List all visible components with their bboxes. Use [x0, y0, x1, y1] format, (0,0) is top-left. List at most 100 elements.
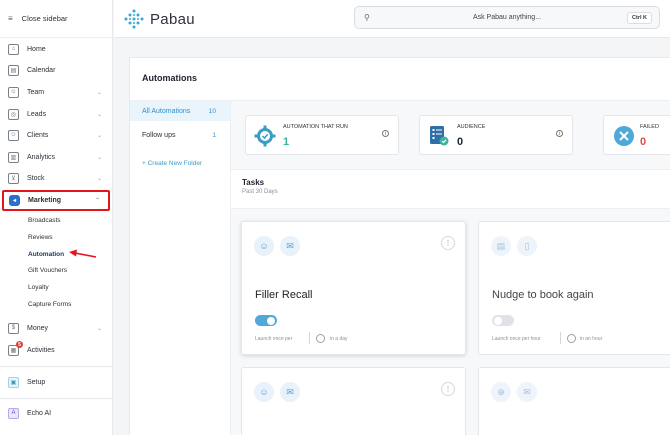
automation-card[interactable]: ☺ ✉ ⋮ — [241, 367, 466, 435]
more-options-icon[interactable]: ⋮ — [441, 382, 455, 396]
folder-count: 10 — [208, 107, 216, 115]
email-icon: ✉ — [280, 382, 300, 402]
home-icon: ⌂ — [8, 43, 19, 55]
money-icon: $ — [8, 322, 19, 334]
active-toggle[interactable] — [255, 315, 277, 326]
gear-check-icon — [254, 125, 276, 147]
app: ≡ Close sidebar ⌂ Home ▤ Calendar ☺ Team… — [0, 0, 670, 435]
launch-frequency: Launch once per — [255, 336, 293, 342]
sidebar-item-marketing[interactable]: ◂ Marketing ⌃ — [2, 190, 110, 211]
sidebar-item-label: Clients — [27, 131, 49, 139]
sidebar-sub-broadcasts[interactable]: Broadcasts — [28, 217, 61, 224]
stat-title: FAILED — [640, 124, 659, 130]
folder-all-automations[interactable]: All Automations 10 — [130, 101, 230, 121]
sidebar-item-analytics[interactable]: ▥ Analytics ⌄ — [0, 147, 112, 167]
stat-card-audience: AUDIENCE 0 i — [419, 115, 573, 155]
page-title: Automations — [142, 73, 197, 83]
sidebar-divider — [0, 398, 112, 399]
stat-value: 0 — [640, 136, 647, 148]
clock-icon — [316, 334, 325, 343]
sidebar-item-label: Marketing — [28, 197, 62, 204]
cart-icon: ⊻ — [8, 172, 19, 184]
stat-title: AUDIENCE — [457, 124, 486, 130]
stat-card-failed: FAILED 0 — [603, 115, 670, 155]
active-toggle[interactable] — [492, 315, 514, 326]
user-icon: ☺ — [254, 236, 274, 256]
automation-card[interactable]: ☺ ✉ ⋮ Filler Recall Launch once per in a… — [241, 221, 466, 355]
search-input[interactable]: ⚲ Ask Pabau anything... Ctrl K — [354, 6, 660, 29]
launch-frequency: Launch once per hour — [492, 336, 541, 342]
create-folder-button[interactable]: + Create New Folder — [142, 160, 202, 167]
folder-follow-ups[interactable]: Follow ups 1 — [130, 125, 230, 145]
tasks-title: Tasks — [242, 178, 265, 187]
info-icon[interactable]: i — [556, 130, 563, 137]
automations-content: AUTOMATION THAT RUN 1 i AUDIENCE 0 i FAI… — [231, 101, 670, 435]
chevron-down-icon: ⌄ — [96, 175, 102, 182]
failed-icon — [614, 126, 634, 146]
stat-value: 1 — [283, 136, 290, 148]
run-frequency: in a day — [330, 336, 348, 342]
sidebar-sub-capture-forms[interactable]: Capture Forms — [28, 301, 71, 308]
red-arrow-icon — [69, 249, 97, 258]
chevron-up-icon: ⌃ — [94, 198, 100, 204]
pabau-logo-icon — [124, 9, 144, 29]
sidebar-item-team[interactable]: ☺ Team ⌄ — [0, 82, 112, 102]
chevron-down-icon: ⌄ — [96, 111, 102, 118]
sidebar-item-leads[interactable]: ◎ Leads ⌄ — [0, 104, 112, 124]
team-icon: ☺ — [8, 86, 19, 98]
folder-label: All Automations — [142, 107, 191, 115]
stat-card-automation-run: AUTOMATION THAT RUN 1 i — [245, 115, 399, 155]
sidebar-item-echo-ai[interactable]: A Echo AI — [0, 403, 112, 423]
email-icon: ✉ — [280, 236, 300, 256]
tasks-header: Tasks Past 30 Days — [231, 169, 670, 209]
sidebar-item-label: Setup — [27, 378, 46, 386]
more-options-icon[interactable]: ⋮ — [441, 236, 455, 250]
user-icon: ☺ — [254, 382, 274, 402]
calendar-icon: ▤ — [491, 236, 511, 256]
sidebar-sub-gift-vouchers[interactable]: Gift Vouchers — [28, 267, 67, 274]
info-icon[interactable]: i — [382, 130, 389, 137]
top-bar: Pabau ⚲ Ask Pabau anything... Ctrl K — [114, 0, 670, 38]
sidebar-item-calendar[interactable]: ▤ Calendar — [0, 60, 112, 80]
sidebar-item-setup[interactable]: ▣ Setup — [0, 372, 112, 392]
phone-icon: ▯ — [517, 236, 537, 256]
audience-icon — [430, 126, 449, 146]
shortcut-badge: Ctrl K — [627, 12, 652, 24]
sidebar-sub-reviews[interactable]: Reviews — [28, 234, 53, 241]
automation-card[interactable]: ⊕ ✉ — [478, 367, 670, 435]
logo: Pabau — [124, 9, 195, 29]
chevron-down-icon: ⌄ — [96, 154, 102, 161]
folder-label: Follow ups — [142, 131, 176, 139]
sidebar-item-stock[interactable]: ⊻ Stock ⌄ — [0, 168, 112, 188]
sidebar-item-money[interactable]: $ Money ⌄ — [0, 318, 112, 338]
sidebar-item-label: Echo AI — [27, 409, 52, 417]
menu-icon: ≡ — [8, 14, 13, 23]
automation-card[interactable]: ▤ ▯ Nudge to book again Launch once per … — [478, 221, 670, 355]
separator — [560, 332, 561, 344]
sidebar-item-label: Calendar — [27, 66, 56, 74]
separator — [309, 332, 310, 344]
folder-list: All Automations 10 Follow ups 1 + Create… — [130, 101, 231, 435]
automation-title: Filler Recall — [255, 289, 313, 301]
calendar-icon: ▤ — [8, 64, 19, 76]
sidebar-item-label: Home — [27, 45, 46, 53]
chevron-down-icon: ⌄ — [96, 325, 102, 332]
close-sidebar-button[interactable]: ≡ Close sidebar — [0, 0, 112, 38]
folder-count: 1 — [212, 131, 216, 139]
megaphone-icon: ◂ — [9, 195, 20, 206]
run-frequency: in an hour — [580, 336, 603, 342]
sidebar-item-label: Team — [27, 88, 45, 96]
close-sidebar-label: Close sidebar — [21, 14, 68, 23]
echo-ai-icon: A — [8, 407, 19, 419]
sidebar-sub-loyalty[interactable]: Loyalty — [28, 284, 49, 291]
sidebar-sub-automation[interactable]: Automation — [28, 251, 64, 258]
automation-title: Nudge to book again — [492, 289, 594, 301]
sidebar-item-clients[interactable]: ☺ Clients ⌄ — [0, 125, 112, 145]
clock-icon — [567, 334, 576, 343]
sidebar-item-label: Leads — [27, 110, 47, 118]
clients-icon: ☺ — [8, 129, 19, 141]
search-placeholder: Ask Pabau anything... — [472, 14, 542, 21]
tasks-subtitle: Past 30 Days — [242, 189, 278, 195]
stat-value: 0 — [457, 136, 464, 148]
sidebar-item-home[interactable]: ⌂ Home — [0, 39, 112, 59]
